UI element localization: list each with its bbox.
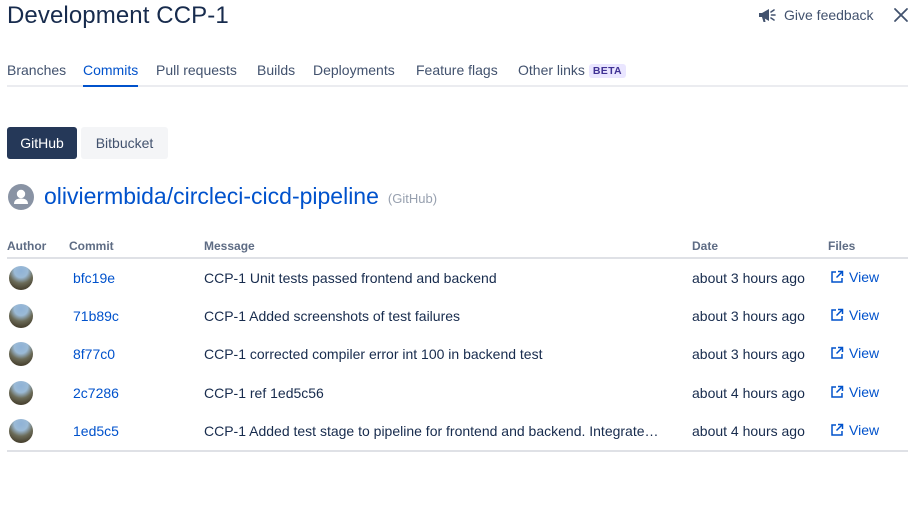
view-files-link[interactable]: View <box>830 345 879 361</box>
tab-feature-flags[interactable]: Feature flags <box>416 62 498 87</box>
tab-bar: Branches Commits Pull requests Builds De… <box>7 62 908 87</box>
tab-other-links[interactable]: Other links BETA <box>518 62 626 87</box>
commit-date: about 3 hours ago <box>692 307 805 324</box>
author-column-header: Author <box>7 234 69 259</box>
view-files-label: View <box>849 421 880 438</box>
tab-label: Deployments <box>313 62 395 78</box>
user-avatar-icon <box>8 183 34 210</box>
tab-label: Pull requests <box>156 62 237 78</box>
external-link-icon <box>830 346 844 360</box>
commit-date: about 3 hours ago <box>692 346 805 363</box>
commit-date: about 3 hours ago <box>692 269 805 286</box>
author-avatar[interactable] <box>9 380 33 405</box>
give-feedback-button[interactable]: Give feedback <box>757 6 874 24</box>
external-link-icon <box>830 385 844 399</box>
view-files-label: View <box>849 306 880 323</box>
external-link-icon <box>830 423 844 437</box>
commit-hash-link[interactable]: 71b89c <box>73 308 119 324</box>
date-column-header: Date <box>692 234 828 259</box>
commit-hash-link[interactable]: 8f77c0 <box>73 346 115 362</box>
commit-date: about 4 hours ago <box>692 384 805 401</box>
table-row: 8f77c0 CCP-1 corrected compiler error in… <box>7 335 908 374</box>
author-avatar[interactable] <box>9 342 33 367</box>
tab-branches[interactable]: Branches <box>7 62 66 87</box>
table-row: 2c7286 CCP-1 ref 1ed5c56 about 4 hours a… <box>7 374 908 413</box>
view-files-label: View <box>849 268 880 285</box>
beta-badge: BETA <box>588 64 626 78</box>
close-button[interactable] <box>893 7 908 23</box>
tab-label: Other links <box>518 62 585 78</box>
files-column-header: Files <box>828 234 908 259</box>
tab-label: Builds <box>257 62 296 78</box>
tab-label: Branches <box>7 62 67 78</box>
tab-label: Feature flags <box>416 62 498 78</box>
megaphone-icon <box>757 6 777 24</box>
commit-hash-link[interactable]: 1ed5c5 <box>73 423 119 439</box>
close-icon <box>893 8 908 27</box>
tab-label: Commits <box>83 62 139 78</box>
table-row: 71b89c CCP-1 Added screenshots of test f… <box>7 297 908 336</box>
commits-table: Author Commit Message Date Files bfc19e … <box>7 234 908 452</box>
view-files-link[interactable]: View <box>830 422 879 438</box>
view-files-link[interactable]: View <box>830 384 879 400</box>
view-files-label: View <box>849 345 880 362</box>
author-avatar[interactable] <box>9 418 33 443</box>
repository-header: oliviermbida/circleci-cicd-pipeline (Git… <box>8 183 437 210</box>
commit-hash-link[interactable]: 2c7286 <box>73 385 119 401</box>
message-column-header: Message <box>204 234 692 259</box>
commit-message: CCP-1 ref 1ed5c56 <box>204 384 324 401</box>
page-title: Development CCP-1 <box>7 2 229 29</box>
give-feedback-label: Give feedback <box>784 7 874 23</box>
github-toggle-button[interactable]: GitHub <box>7 127 77 159</box>
commit-message: CCP-1 Unit tests passed frontend and bac… <box>204 269 497 286</box>
author-avatar[interactable] <box>9 265 33 290</box>
tab-builds[interactable]: Builds <box>257 62 295 87</box>
external-link-icon <box>830 270 844 284</box>
commit-date: about 4 hours ago <box>692 412 828 452</box>
tab-deployments[interactable]: Deployments <box>313 62 395 87</box>
tab-pull-requests[interactable]: Pull requests <box>156 62 237 87</box>
commit-message: CCP-1 corrected compiler error int 100 i… <box>204 346 543 363</box>
view-files-link[interactable]: View <box>830 269 879 285</box>
commit-column-header: Commit <box>69 234 204 259</box>
view-files-label: View <box>849 383 880 400</box>
table-row: 1ed5c5 CCP-1 Added test stage to pipelin… <box>7 412 908 452</box>
external-link-icon <box>830 308 844 322</box>
commit-message: CCP-1 Added screenshots of test failures <box>204 307 461 324</box>
commit-hash-link[interactable]: bfc19e <box>73 270 115 286</box>
table-header-row: Author Commit Message Date Files <box>7 234 908 259</box>
table-row: bfc19e CCP-1 Unit tests passed frontend … <box>7 258 908 297</box>
repository-host: (GitHub) <box>387 191 438 206</box>
author-avatar[interactable] <box>9 303 33 328</box>
bitbucket-toggle-button[interactable]: Bitbucket <box>81 127 168 159</box>
view-files-link[interactable]: View <box>830 307 879 323</box>
commit-message: CCP-1 Added test stage to pipeline for f… <box>204 412 692 452</box>
repository-link[interactable]: oliviermbida/circleci-cicd-pipeline <box>44 183 379 210</box>
tab-commits[interactable]: Commits <box>83 62 139 87</box>
